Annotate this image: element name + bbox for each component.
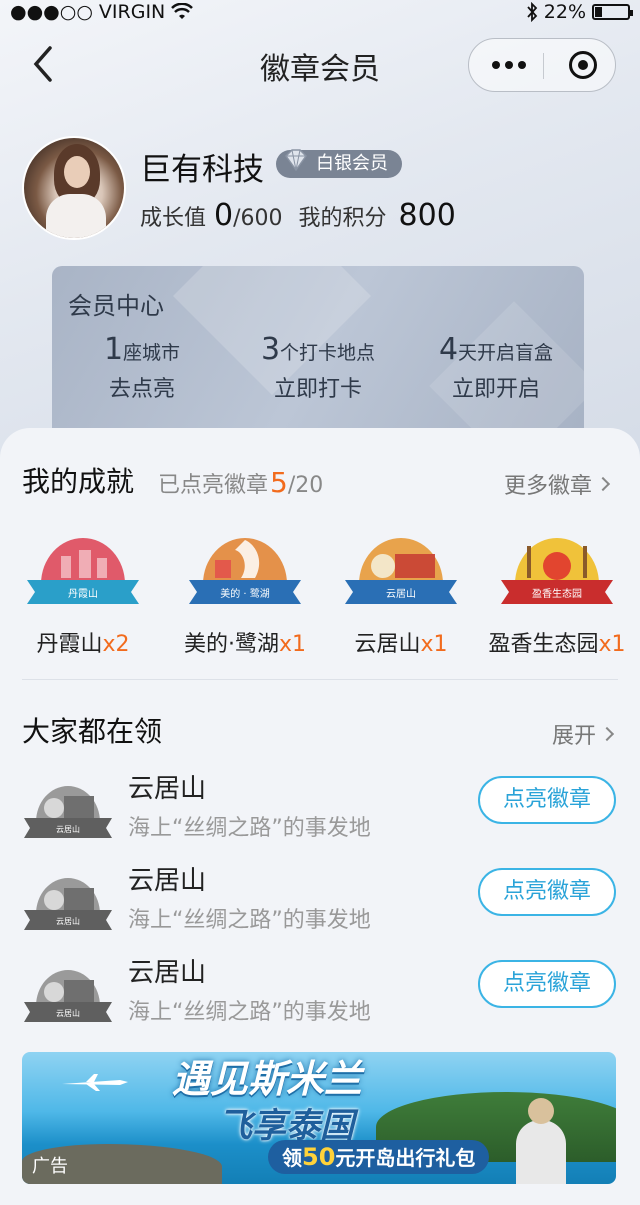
badge-count: x2 xyxy=(102,632,130,657)
ad-tag: 广告 xyxy=(32,1156,68,1177)
points-value: 800 xyxy=(398,198,456,233)
item-description: 海上“丝绸之路”的事发地 xyxy=(128,1000,371,1025)
expand-label: 展开 xyxy=(552,724,597,749)
checkins-count: 3 xyxy=(260,332,281,367)
light-up-link[interactable]: 去点亮 xyxy=(52,371,242,403)
more-button[interactable] xyxy=(479,39,539,91)
cities-count: 1 xyxy=(103,332,124,367)
badge-count: x1 xyxy=(278,632,307,657)
ad-banner[interactable]: 遇见斯米兰 飞享泰国 领50元开岛出行礼包 广告 xyxy=(22,1052,616,1184)
badge-ribbon-text: 丹霞山 xyxy=(68,588,98,600)
battery-level xyxy=(595,7,603,17)
growth-max: /600 xyxy=(233,206,283,231)
item-description: 海上“丝绸之路”的事发地 xyxy=(128,816,371,841)
traveler-illustration xyxy=(516,1098,566,1184)
mini-program-capsule xyxy=(468,38,616,92)
badge-count: x1 xyxy=(420,632,448,657)
profile-stats: 成长值 0 /600 我的积分 800 xyxy=(140,198,456,233)
growth-value: 0 xyxy=(214,198,234,233)
member-center-blindbox[interactable]: 4天开启盲盒 立即开启 xyxy=(396,332,584,403)
section-divider xyxy=(22,679,618,680)
chevron-right-icon xyxy=(595,476,611,492)
badge-ribbon-text: 云居山 xyxy=(56,916,80,926)
ad-headline: 遇见斯米兰 xyxy=(172,1057,363,1101)
capsule-divider xyxy=(543,53,544,79)
open-blindbox-link[interactable]: 立即开启 xyxy=(396,371,584,403)
badge-emblem-icon: 美的 · 鹭湖 xyxy=(185,520,305,620)
badge-ribbon-text: 盈香生态园 xyxy=(532,587,582,600)
badge-ribbon-text: 美的 · 鹭湖 xyxy=(220,587,270,600)
light-badge-button[interactable]: 点亮徽章 xyxy=(478,960,616,1008)
more-dots-icon xyxy=(492,61,500,69)
item-name: 云居山 xyxy=(128,958,207,988)
battery-percent: 22% xyxy=(543,1,586,23)
list-item: 云居山 云居山 海上“丝绸之路”的事发地 点亮徽章 xyxy=(0,860,640,952)
member-center-card: 会员中心 1座城市 去点亮 3个打卡地点 立即打卡 4天开启盲盒 立即开启 xyxy=(52,266,584,446)
lit-badges-total: /20 xyxy=(287,473,324,498)
member-center-title: 会员中心 xyxy=(68,292,164,320)
avatar[interactable] xyxy=(22,136,126,240)
item-name: 云居山 xyxy=(128,774,207,804)
list-item: 云居山 云居山 海上“丝绸之路”的事发地 点亮徽章 xyxy=(0,768,640,860)
badge-ribbon-text: 云居山 xyxy=(386,588,416,600)
badge-name: 美的·鹭湖 xyxy=(183,632,279,657)
more-badges-label: 更多徽章 xyxy=(504,474,593,499)
member-level-badge: 白银会员 xyxy=(276,149,402,178)
badge-emblem-icon: 云居山 xyxy=(341,520,461,620)
gray-badge-icon: 云居山 xyxy=(22,952,114,1034)
badge-item[interactable]: 丹霞山 丹霞山x2 xyxy=(8,520,158,658)
badge-item[interactable]: 美的 · 鹭湖 美的·鹭湖x1 xyxy=(170,520,320,658)
ad-offer-pill: 领50元开岛出行礼包 xyxy=(268,1140,490,1174)
expand-link[interactable]: 展开 xyxy=(552,718,615,750)
close-target-icon[interactable] xyxy=(569,51,597,79)
growth-label: 成长值 xyxy=(140,206,207,231)
checkins-unit: 个打卡地点 xyxy=(280,342,376,364)
lit-badges-info: 已点亮徽章 5 /20 xyxy=(158,466,323,499)
badge-item[interactable]: 盈香生态园 盈香生态园x1 xyxy=(482,520,632,658)
cities-unit: 座城市 xyxy=(123,342,181,364)
ad-offer-suffix: 元开岛出行礼包 xyxy=(335,1146,476,1170)
light-badge-button[interactable]: 点亮徽章 xyxy=(478,868,616,916)
badge-count: x1 xyxy=(598,632,626,657)
badge-name: 盈香生态园 xyxy=(488,632,599,657)
points-label: 我的积分 xyxy=(298,206,387,231)
badge-emblem-icon: 丹霞山 xyxy=(23,520,143,620)
achievements-title: 我的成就 xyxy=(22,465,135,498)
member-center-cities[interactable]: 1座城市 去点亮 xyxy=(52,332,242,403)
ad-offer-amount: 50 xyxy=(302,1143,336,1171)
gray-badge-icon: 云居山 xyxy=(22,860,114,942)
diamond-icon xyxy=(285,149,307,172)
member-center-checkins[interactable]: 3个打卡地点 立即打卡 xyxy=(218,332,418,403)
badge-item[interactable]: 云居山 云居山x1 xyxy=(326,520,476,658)
member-level-label: 白银会员 xyxy=(316,153,388,174)
item-description: 海上“丝绸之路”的事发地 xyxy=(128,908,371,933)
airplane-icon xyxy=(62,1074,128,1091)
badge-name: 云居山 xyxy=(354,632,421,657)
ad-offer-prefix: 领 xyxy=(282,1146,302,1170)
badge-emblem-icon: 盈香生态园 xyxy=(497,520,617,620)
carrier-label: ●●●○○ VIRGIN xyxy=(10,1,166,23)
badge-ribbon-text: 云居山 xyxy=(56,824,80,834)
status-bar: ●●●○○ VIRGIN 22% xyxy=(0,0,640,24)
blindbox-unit: 天开启盲盒 xyxy=(458,342,554,364)
user-name: 巨有科技 xyxy=(140,152,264,188)
badge-ribbon-text: 云居山 xyxy=(56,1008,80,1018)
item-name: 云居山 xyxy=(128,866,207,896)
nav-bar: 徽章会员 xyxy=(0,24,640,104)
list-item: 云居山 云居山 海上“丝绸之路”的事发地 点亮徽章 xyxy=(0,952,640,1044)
blindbox-days: 4 xyxy=(438,332,459,367)
popular-title: 大家都在领 xyxy=(22,715,163,748)
more-badges-link[interactable]: 更多徽章 xyxy=(504,468,611,500)
gray-badge-icon: 云居山 xyxy=(22,768,114,850)
battery-icon xyxy=(592,4,633,20)
checkin-link[interactable]: 立即打卡 xyxy=(218,371,418,403)
badge-name: 丹霞山 xyxy=(36,632,103,657)
chevron-right-icon xyxy=(599,726,615,742)
bluetooth-icon xyxy=(527,2,538,22)
lit-badges-count: 5 xyxy=(270,466,288,499)
lit-badges-label: 已点亮徽章 xyxy=(158,473,269,498)
light-badge-button[interactable]: 点亮徽章 xyxy=(478,776,616,824)
wifi-icon xyxy=(171,3,194,19)
